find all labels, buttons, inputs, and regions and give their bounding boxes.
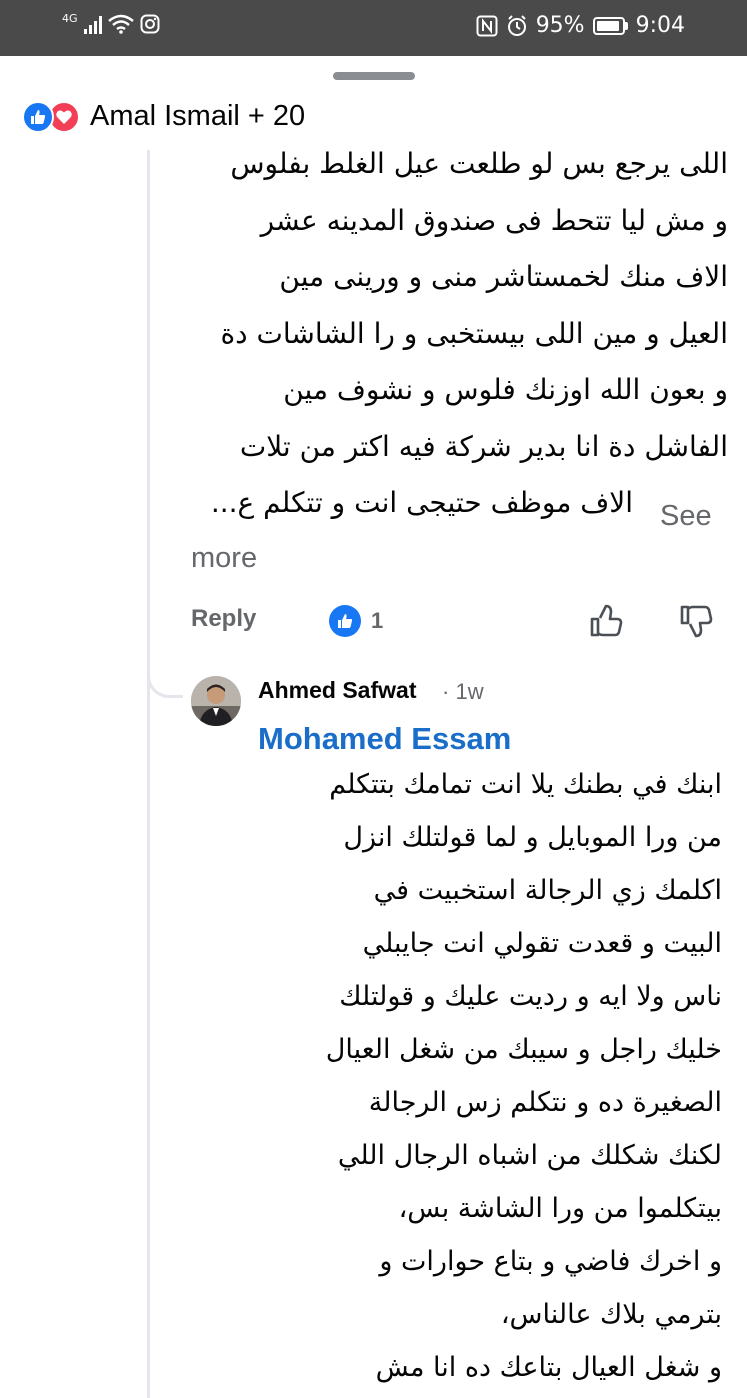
clock: 9:04 [635,13,685,38]
avatar[interactable] [191,676,241,726]
network-type: 4G [62,11,78,25]
reactions-summary[interactable]: Amal Ismail + 20 [22,100,305,133]
reactors-label: Amal Ismail + 20 [90,100,306,132]
like-icon [22,100,54,133]
thread-line [147,150,150,698]
comment-line: و مش ليا تتحط فى صندوق المدينه عشر [260,203,728,237]
reply-line: من ورا الموبايل و لما قولتلك انزل [343,822,722,853]
nfc-icon [476,15,498,37]
reply-timestamp: · 1w [442,679,484,704]
battery-icon [592,16,628,35]
comment-actions: Reply 1 [191,603,721,643]
reply-line: خليك راجل و سيبك من شغل العيال [325,1034,722,1065]
status-right: 95% 9:04 [476,13,685,38]
reply-button[interactable]: Reply [191,605,256,633]
reply-body: ابنك في بطنك يلا انت تمامك بتتكلم من ورا… [258,758,722,1398]
see-more-link-continued[interactable]: more [191,542,257,575]
reply-line: ابنك في بطنك يلا انت تمامك بتتكلم [329,769,722,800]
sheet-drag-handle[interactable] [333,72,415,80]
wifi-icon [107,14,134,34]
status-left: 4G [62,11,160,34]
upvote-icon[interactable] [589,603,623,643]
comment-line: الاف منك لخمستاشر منى و ورينى مين [279,260,728,293]
reply-line: و شغل العيال بتاعك ده انا مش [375,1352,722,1383]
reply-line: اكلمك زي الرجالة استخبيت في [373,875,722,906]
comment-reaction-count[interactable]: 1 [329,605,383,637]
reply-line: بترمي بلاك عالناس، [500,1299,722,1330]
downvote-icon[interactable] [679,603,713,643]
alarm-icon [506,14,528,37]
like-count: 1 [371,608,384,633]
comment-line: و بعون الله اوزنك فلوس و نشوف مين [283,373,728,406]
reply-line: الصغيرة ده و نتكلم زس الرجالة [368,1087,722,1118]
comment-line: الاف موظف حتيجى انت و تتكلم ع... [210,486,633,519]
see-more-link[interactable]: See [660,500,712,533]
reply-line: بيتكلموا من ورا الشاشة بس، [398,1193,722,1224]
instagram-icon [140,14,160,34]
comment-line: اللى يرجع بس لو طلعت عيل الغلط بفلوس [230,147,728,180]
reply-time-value: 1w [455,679,484,704]
comment-body: اللى يرجع بس لو طلعت عيل الغلط بفلوس و م… [188,136,728,588]
like-icon [329,605,361,637]
battery-percent: 95% [535,13,585,38]
comment-line: العيل و مين اللى بيستخبى و را الشاشات دة [220,316,728,350]
reply-line: ناس ولا ايه و رديت عليك و قولتلك [339,981,722,1012]
reply-line: لكنك شكلك من اشباه الرجال اللي [337,1140,722,1171]
thread-connector [147,658,183,698]
thread-line-lower [147,698,150,1398]
reply-line: البيت و قعدت تقولي انت جايبلي [362,928,722,959]
reply-author-name[interactable]: Ahmed Safwat [258,677,416,704]
comment-line: الفاشل دة انا بدير شركة فيه اكتر من تلات [239,429,728,463]
mention-link[interactable]: Mohamed Essam [258,721,511,757]
status-bar: 4G 95% 9:04 [0,0,747,56]
signal-icon [83,14,102,34]
reply-line: و اخرك فاضي و بتاع حوارات و [379,1246,722,1277]
